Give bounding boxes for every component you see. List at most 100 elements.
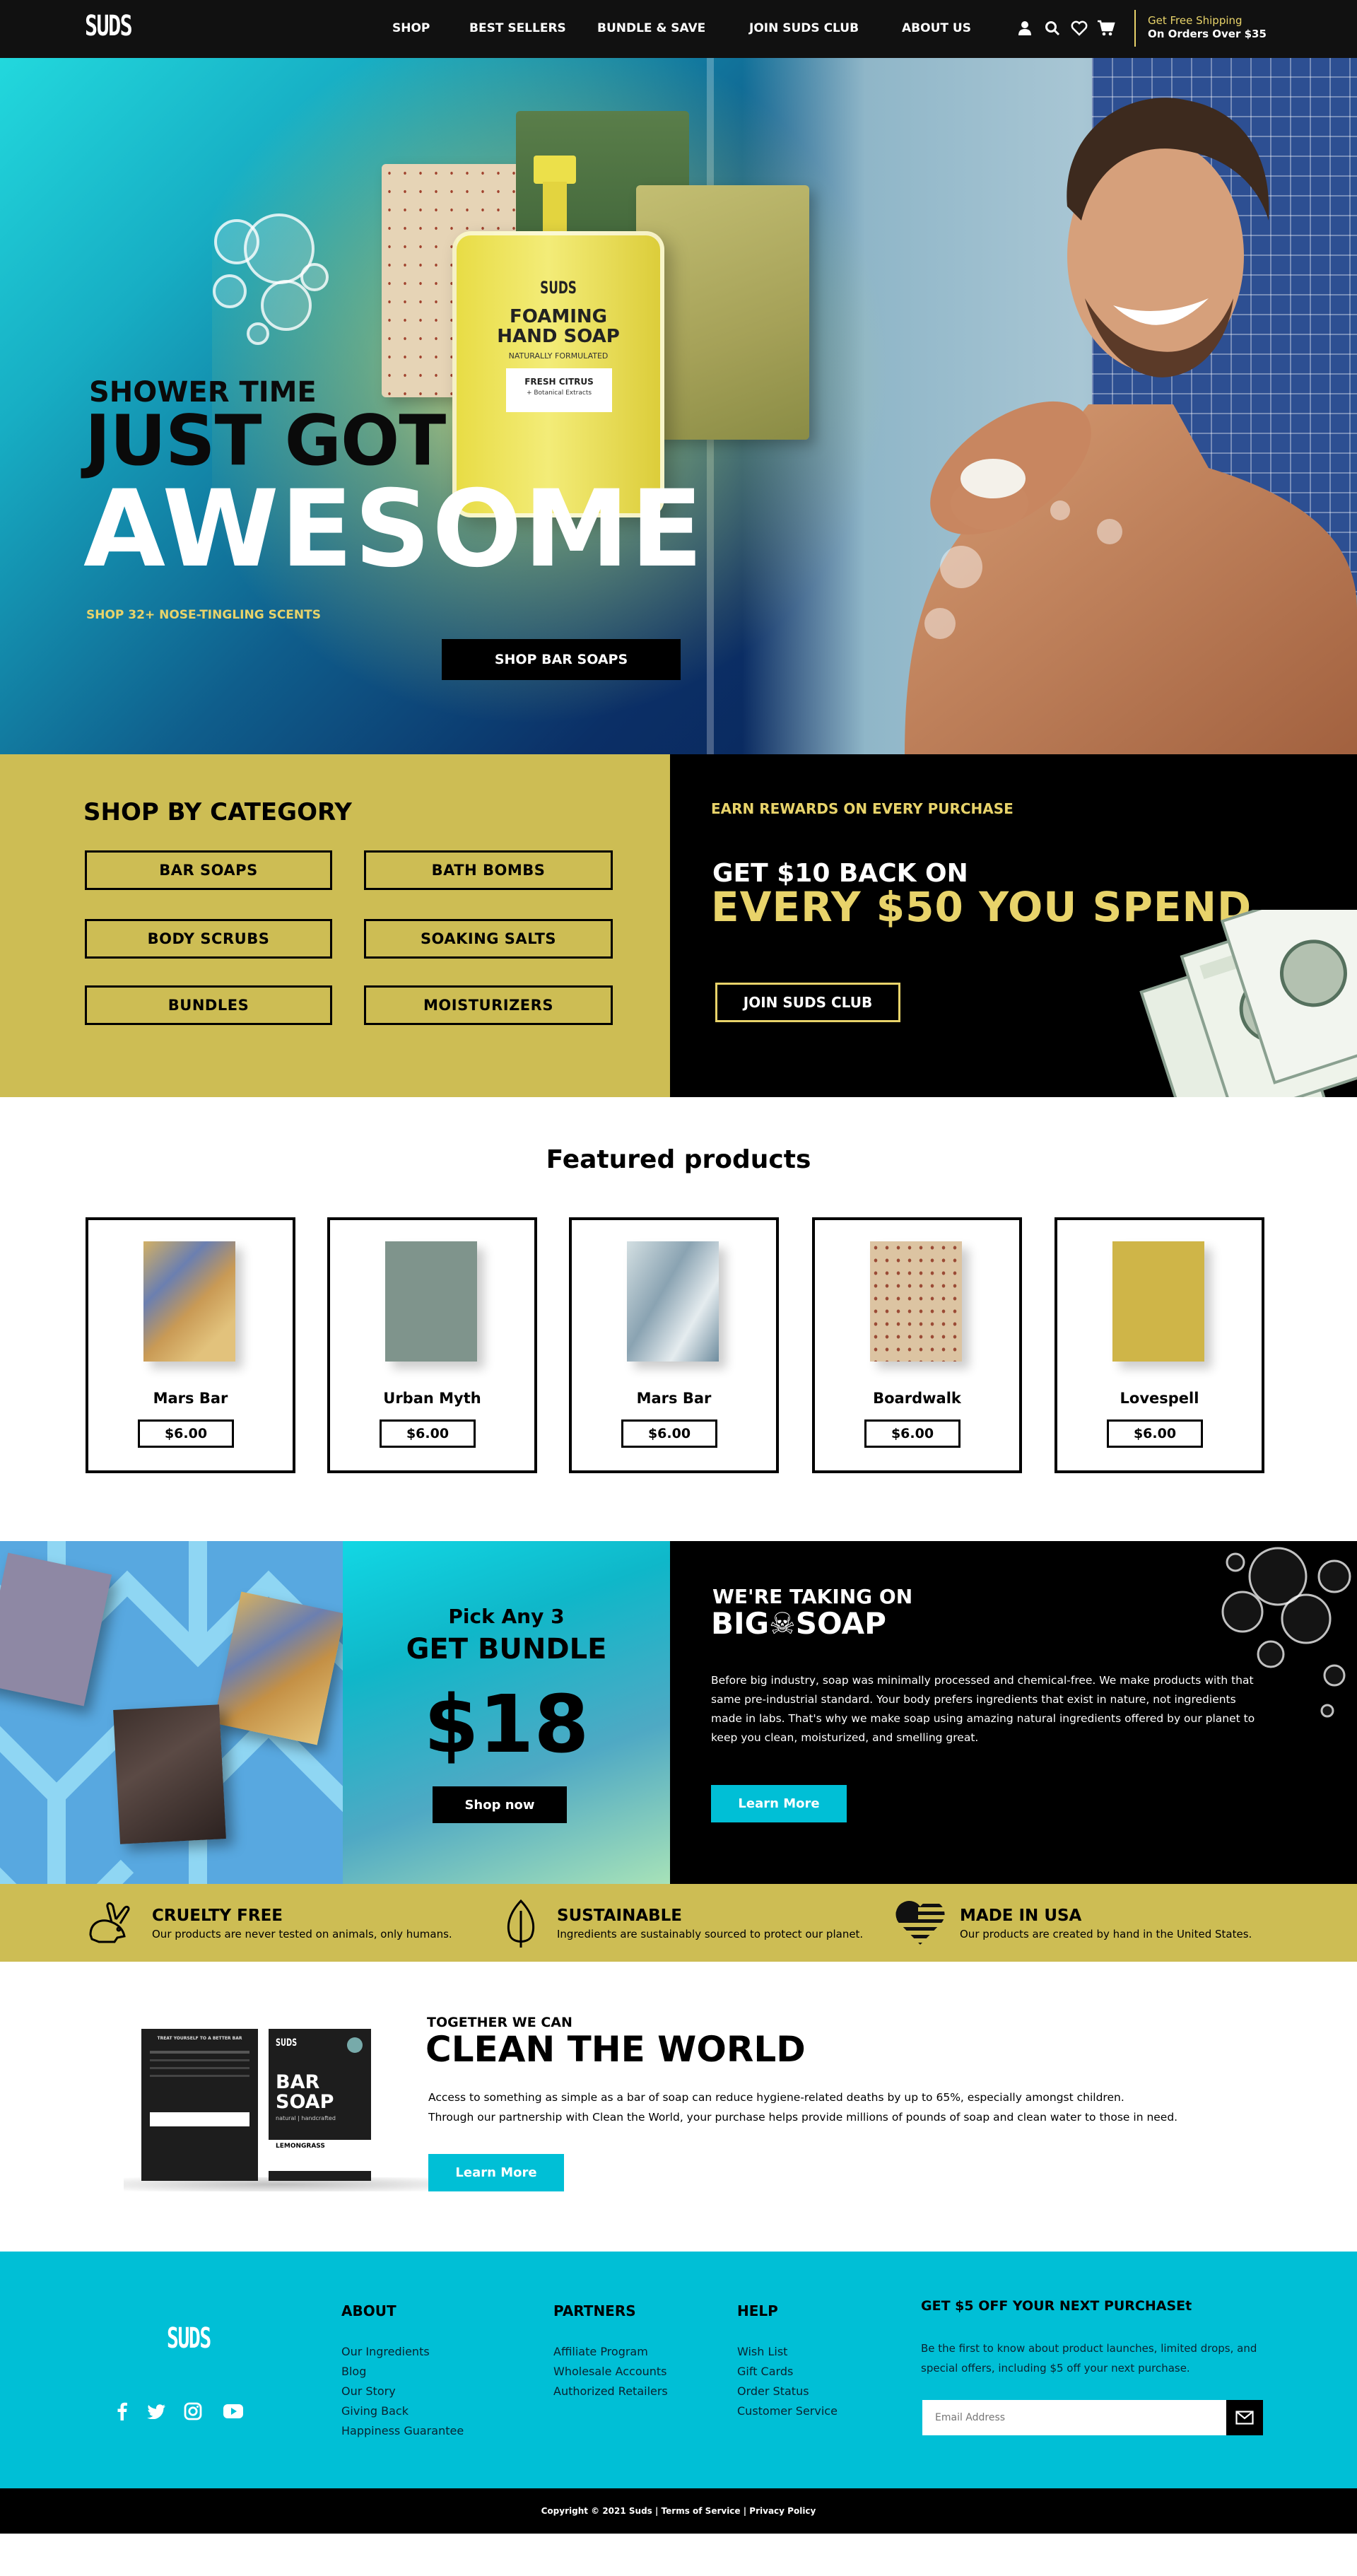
foam-bubbles [213, 213, 329, 345]
wishlist-heart-icon[interactable] [1071, 21, 1088, 36]
soap-box-bar-soap: SUDS BAR SOAP natural | handcrafted LEMO… [269, 2029, 371, 2181]
cart-icon[interactable] [1097, 20, 1115, 37]
bigsoap-learn-more-button[interactable]: Learn More [711, 1785, 847, 1822]
footer-logo[interactable]: SUDS [167, 2322, 211, 2355]
nav-best-sellers[interactable]: BEST SELLERS [469, 21, 566, 35]
bundle-price: $18 [423, 1679, 589, 1771]
value-title-sustainable: SUSTAINABLE [557, 1907, 683, 1925]
category-title: SHOP BY CATEGORY [83, 798, 352, 826]
footer-link-customer-service[interactable]: Customer Service [737, 2404, 838, 2418]
newsletter-title: GET $5 OFF YOUR NEXT PURCHASEt [921, 2298, 1192, 2314]
footer-link-giving-back[interactable]: Giving Back [341, 2404, 409, 2418]
footer-link-wish-list[interactable]: Wish List [737, 2345, 787, 2358]
product-card[interactable]: Urban Myth $6.00 [327, 1217, 537, 1473]
product-name[interactable]: Urban Myth [330, 1390, 534, 1407]
bigsoap-kicker: WE'RE TAKING ON [712, 1585, 913, 1608]
bottle-title2: HAND SOAP [497, 326, 620, 347]
category-bath-bombs-button[interactable]: BATH BOMBS [364, 850, 613, 890]
value-desc-cruelty-free: Our products are never tested on animals… [152, 1928, 452, 1940]
footer-link-our-ingredients[interactable]: Our Ingredients [341, 2345, 430, 2358]
nav-join-suds-club[interactable]: JOIN SUDS CLUB [749, 21, 859, 35]
shipping-line2: On Orders Over $35 [1148, 28, 1267, 40]
footer-link-our-story[interactable]: Our Story [341, 2384, 396, 2398]
leaf-icon [507, 1899, 535, 1948]
bundle-shop-now-button[interactable]: Shop now [433, 1786, 567, 1823]
cash-bills-image [1139, 910, 1357, 1097]
rewards-banner: EARN REWARDS ON EVERY PURCHASE GET $10 B… [670, 754, 1357, 1097]
nav-bundle-save[interactable]: BUNDLE & SAVE [597, 21, 705, 35]
hero-sub: SHOP 32+ NOSE-TINGLING SCENTS [86, 608, 321, 622]
bundle-title: GET BUNDLE [406, 1633, 607, 1665]
clean-the-world-section: TREAT YOURSELF TO A BETTER BAR SUDS BAR … [0, 1962, 1357, 2252]
product-name[interactable]: Lovespell [1057, 1390, 1262, 1407]
product-name[interactable]: Mars Bar [88, 1390, 293, 1407]
newsletter-text: Be the first to know about product launc… [921, 2342, 1257, 2375]
footer-link-happiness-guarantee[interactable]: Happiness Guarantee [341, 2424, 464, 2437]
category-soaking-salts-button[interactable]: SOAKING SALTS [364, 919, 613, 959]
newsletter-submit-button[interactable] [1226, 2400, 1263, 2435]
clean-kicker: TOGETHER WE CAN [427, 2015, 572, 2030]
product-card[interactable]: Boardwalk $6.00 [812, 1217, 1022, 1473]
product-image[interactable] [143, 1241, 235, 1362]
value-title-cruelty-free: CRUELTY FREE [152, 1907, 283, 1925]
usa-flag-heart-icon [895, 1900, 945, 1945]
product-image[interactable] [1112, 1241, 1204, 1362]
footer-link-affiliate-program[interactable]: Affiliate Program [553, 2345, 648, 2358]
box-line2: SOAP [276, 2091, 334, 2113]
shipping-line1: Get Free Shipping [1148, 14, 1243, 27]
value-title-made-in-usa: MADE IN USA [960, 1907, 1082, 1925]
header-divider [1134, 10, 1136, 47]
product-name[interactable]: Boardwalk [815, 1390, 1019, 1407]
hero-banner: SUDS FOAMING HAND SOAP NATURALLY FORMULA… [0, 58, 1357, 754]
logo[interactable]: SUDS [85, 10, 133, 42]
values-strip: CRUELTY FREE Our products are never test… [0, 1884, 1357, 1962]
footer-link-wholesale-accounts[interactable]: Wholesale Accounts [553, 2365, 667, 2378]
category-bar-soaps-button[interactable]: BAR SOAPS [85, 850, 332, 890]
product-image[interactable] [627, 1241, 719, 1362]
clean-title: CLEAN THE WORLD [425, 2029, 806, 2070]
product-card[interactable]: Mars Bar $6.00 [569, 1217, 779, 1473]
instagram-icon[interactable] [184, 2402, 202, 2420]
bigsoap-body: Before big industry, soap was minimally … [711, 1674, 1255, 1744]
bundle-soaps-image [0, 1541, 343, 1884]
account-icon[interactable] [1018, 21, 1032, 36]
facebook-icon[interactable] [117, 2402, 127, 2420]
product-card[interactable]: Lovespell $6.00 [1055, 1217, 1264, 1473]
box-dark-head: TREAT YOURSELF TO A BETTER BAR [157, 2036, 242, 2041]
product-price: $6.00 [1107, 1419, 1203, 1448]
bottle-tagline: NATURALLY FORMULATED [508, 351, 609, 361]
twitter-icon[interactable] [147, 2404, 165, 2419]
nav-shop[interactable]: SHOP [392, 21, 430, 35]
nav-about-us[interactable]: ABOUT US [902, 21, 971, 35]
bottle-scent: FRESH CITRUS [524, 377, 594, 387]
search-icon[interactable] [1045, 21, 1060, 36]
envelope-icon [1235, 2411, 1254, 2425]
pump-head [534, 156, 576, 184]
footer-link-order-status[interactable]: Order Status [737, 2384, 809, 2398]
category-bundles-button[interactable]: BUNDLES [85, 985, 332, 1025]
join-suds-club-button[interactable]: JOIN SUDS CLUB [715, 983, 900, 1022]
featured-title: Featured products [546, 1145, 811, 1174]
man-photo [905, 98, 1357, 754]
category-moisturizers-button[interactable]: MOISTURIZERS [364, 985, 613, 1025]
bottle-brand: SUDS [540, 278, 577, 298]
shop-bar-soaps-button[interactable]: SHOP BAR SOAPS [442, 639, 681, 680]
category-body-scrubs-button[interactable]: BODY SCRUBS [85, 919, 332, 959]
clean-paragraph-1: Access to something as simple as a bar o… [428, 2091, 1124, 2104]
value-desc-sustainable: Ingredients are sustainably sourced to p… [557, 1928, 864, 1940]
page-bottom [0, 2534, 1357, 2576]
footer-about-title: ABOUT [341, 2302, 396, 2319]
hero-line2: AWESOME [83, 468, 705, 591]
newsletter-email-input[interactable] [922, 2400, 1226, 2435]
product-image[interactable] [870, 1241, 962, 1362]
bottle-scent-sub: + Botanical Extracts [526, 390, 592, 397]
youtube-icon[interactable] [223, 2404, 243, 2419]
product-name[interactable]: Mars Bar [572, 1390, 776, 1407]
copyright-text[interactable]: Copyright © 2021 Suds | Terms of Service… [541, 2506, 816, 2516]
product-image[interactable] [385, 1241, 477, 1362]
product-card[interactable]: Mars Bar $6.00 [86, 1217, 295, 1473]
footer-link-blog[interactable]: Blog [341, 2365, 366, 2378]
footer-link-gift-cards[interactable]: Gift Cards [737, 2365, 793, 2378]
footer-link-authorized-retailers[interactable]: Authorized Retailers [553, 2384, 668, 2398]
clean-learn-more-button[interactable]: Learn More [428, 2154, 564, 2191]
